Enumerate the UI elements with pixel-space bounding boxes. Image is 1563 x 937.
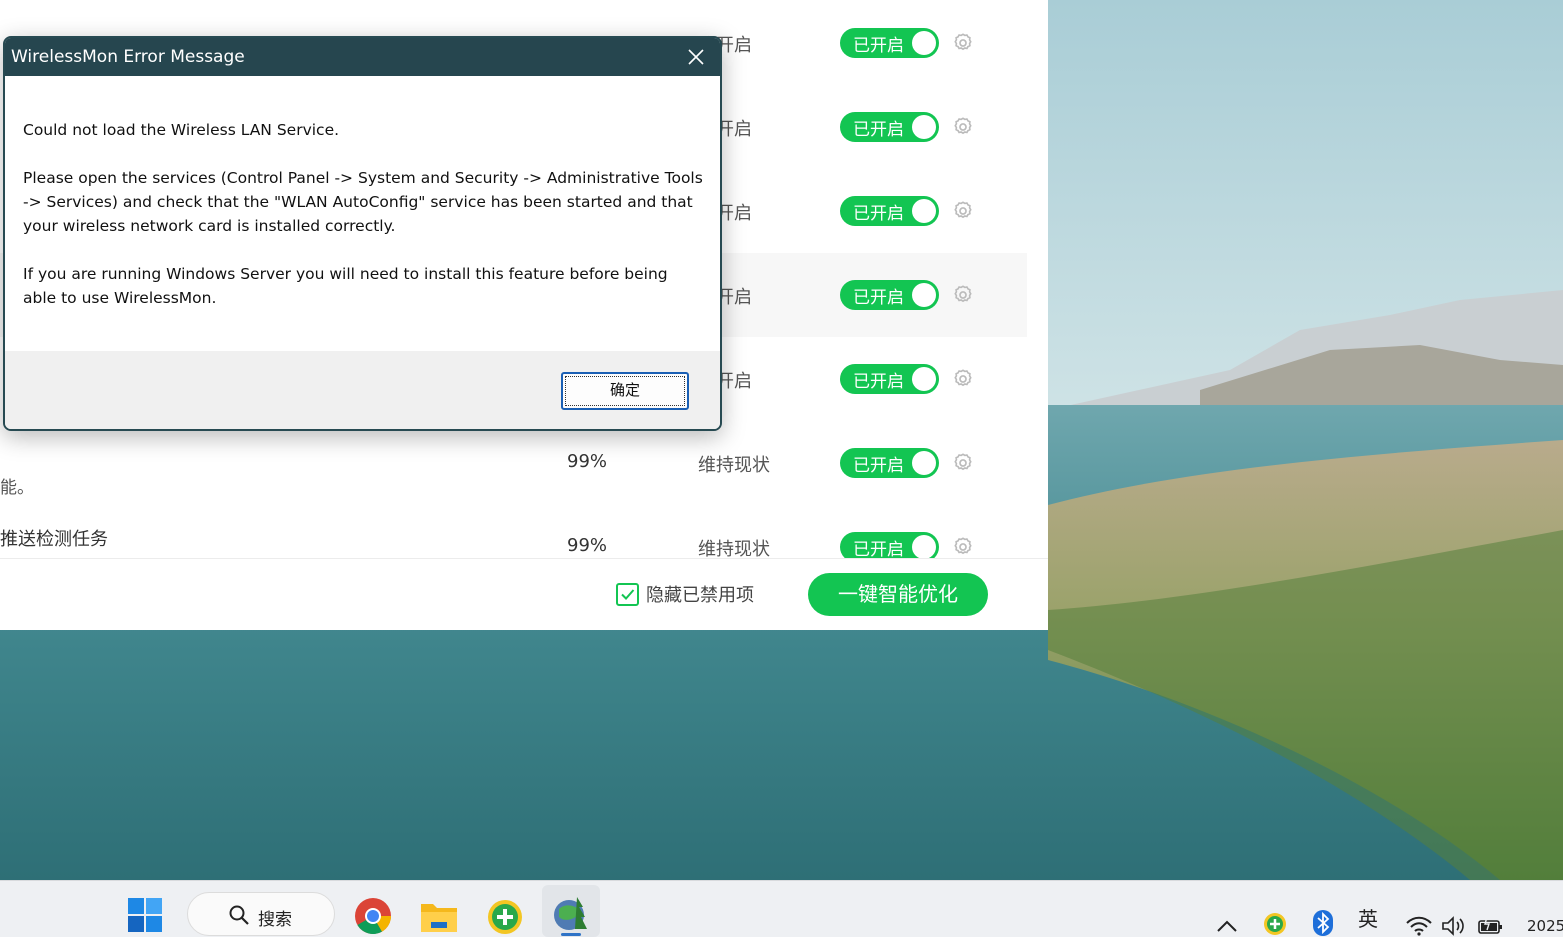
toggle-knob <box>912 451 936 475</box>
toggle-knob <box>912 535 936 559</box>
bluetooth-icon[interactable] <box>1313 902 1333 937</box>
taskbar-search[interactable]: 搜索 <box>187 892 335 936</box>
hide-disabled-label: 隐藏已禁用项 <box>646 585 754 606</box>
toggle-label: 已开启 <box>853 372 904 392</box>
checkbox-box <box>616 582 639 606</box>
row-status: 维持现状 <box>698 455 770 476</box>
chevron-up-icon[interactable] <box>1216 905 1238 937</box>
settings-gear-icon[interactable] <box>952 284 974 306</box>
row-toggle[interactable]: 已开启 <box>840 448 939 478</box>
row-title: 推送检测任务 <box>0 529 108 550</box>
error-message-instructions: Please open the services (Control Panel … <box>23 169 703 235</box>
taskbar-active-app[interactable] <box>542 885 600 937</box>
row-toggle[interactable]: 已开启 <box>840 280 939 310</box>
settings-gear-icon[interactable] <box>952 116 974 138</box>
toggle-label: 已开启 <box>853 456 904 476</box>
row-toggle[interactable]: 已开启 <box>840 364 939 394</box>
settings-gear-icon[interactable] <box>952 200 974 222</box>
hide-disabled-checkbox[interactable]: 隐藏已禁用项 <box>616 582 754 606</box>
toggle-label: 已开启 <box>853 36 904 56</box>
toggle-knob <box>912 31 936 55</box>
tray-app-icon[interactable] <box>1263 903 1287 937</box>
windows-start-icon[interactable] <box>127 897 163 933</box>
settings-gear-icon[interactable] <box>952 452 974 474</box>
battery-icon[interactable] <box>1477 905 1505 937</box>
app-footer: 隐藏已禁用项 一键智能优化 <box>0 558 1048 630</box>
error-dialog: WirelessMon Error Message Could not load… <box>3 36 722 431</box>
option-row: 99% 维持现状 能。 已开启 <box>0 421 1027 505</box>
toggle-label: 已开启 <box>853 288 904 308</box>
dialog-footer: 确定 <box>5 351 720 429</box>
toggle-knob <box>912 367 936 391</box>
error-message-line: Could not load the Wireless LAN Service. <box>23 121 340 139</box>
dialog-titlebar: WirelessMon Error Message <box>5 38 720 76</box>
toggle-label: 已开启 <box>853 120 904 140</box>
ime-indicator[interactable]: 英 <box>1358 903 1378 932</box>
toggle-knob <box>912 115 936 139</box>
row-description: 能。 <box>0 478 34 498</box>
checkmark-icon <box>621 588 635 600</box>
close-icon[interactable] <box>678 40 714 74</box>
toggle-label: 已开启 <box>853 204 904 224</box>
dialog-title: WirelessMon Error Message <box>11 47 245 67</box>
green-plus-app-icon[interactable] <box>486 896 524 937</box>
settings-gear-icon[interactable] <box>952 368 974 390</box>
taskbar: 搜索 英 2025 <box>0 880 1563 937</box>
row-toggle[interactable]: 已开启 <box>840 112 939 142</box>
error-message-server-note: If you are running Windows Server you wi… <box>23 265 668 307</box>
toggle-knob <box>912 283 936 307</box>
ok-button[interactable]: 确定 <box>561 372 689 410</box>
dialog-message: Could not load the Wireless LAN Service.… <box>23 118 703 334</box>
wirelessmon-icon <box>554 897 587 930</box>
settings-gear-icon[interactable] <box>952 32 974 54</box>
wifi-icon[interactable] <box>1406 905 1432 937</box>
file-explorer-icon[interactable] <box>419 896 459 937</box>
chrome-icon[interactable] <box>353 895 393 937</box>
search-icon <box>229 905 249 925</box>
toggle-knob <box>912 199 936 223</box>
toggle-label: 已开启 <box>853 540 904 560</box>
volume-icon[interactable] <box>1441 905 1467 937</box>
one-click-optimize-button[interactable]: 一键智能优化 <box>808 573 988 616</box>
row-toggle[interactable]: 已开启 <box>840 196 939 226</box>
search-label: 搜索 <box>258 910 292 930</box>
settings-gear-icon[interactable] <box>952 536 974 558</box>
row-percent: 99% <box>567 535 608 556</box>
row-percent: 99% <box>567 451 608 472</box>
row-toggle[interactable]: 已开启 <box>840 28 939 58</box>
active-indicator <box>561 933 581 936</box>
clock-date: 2025 <box>1527 917 1563 935</box>
